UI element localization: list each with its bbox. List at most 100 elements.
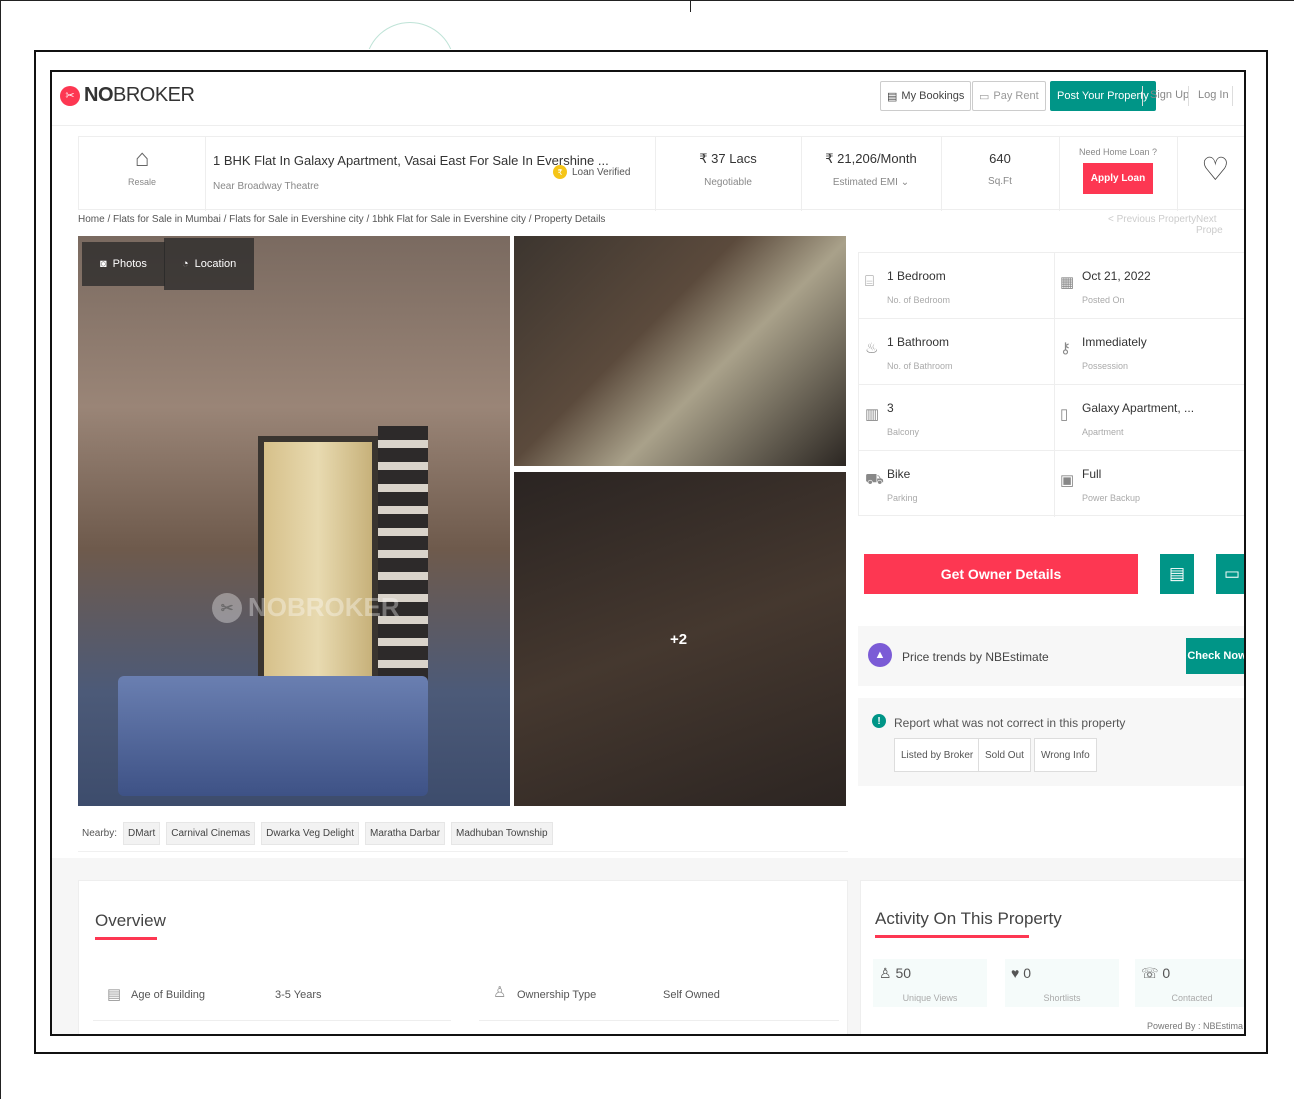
detail-label: Apartment (1082, 427, 1124, 437)
rupee-coin-icon: ₹ (553, 165, 567, 179)
report-sold-out-button[interactable]: Sold Out (978, 738, 1031, 772)
summary-divider (205, 137, 206, 211)
stat-shortlists: ♥ 0 Shortlists (1005, 959, 1119, 1007)
check-now-button[interactable]: Check Now (1186, 638, 1244, 674)
detail-value: 1 Bathroom (887, 335, 950, 349)
nearby-label: Nearby: (82, 828, 118, 839)
balcony-icon: ▥ (865, 406, 880, 423)
report-listed-by-broker-button[interactable]: Listed by Broker (894, 738, 981, 772)
detail-power-backup: ▣ Full Power Backup (1054, 451, 1244, 517)
price-trend-text: Price trends by NBEstimate (902, 650, 1049, 664)
resale-badge: ⌂ Resale (79, 145, 205, 187)
main-photo[interactable] (78, 236, 510, 806)
schedule-visit-button[interactable]: ▤ (1160, 554, 1194, 594)
stat-contacted: ☏ 0 Contacted (1135, 959, 1244, 1007)
price-trend-card: ▲ Price trends by NBEstimate Check Now (858, 626, 1244, 686)
chat-button[interactable]: ▭ (1216, 554, 1244, 594)
calendar-icon: ▤ (1168, 564, 1186, 583)
header-divider (1188, 86, 1189, 106)
pay-rent-button[interactable]: ▭ Pay Rent (972, 81, 1046, 111)
key-icon: ⚷ (1060, 340, 1071, 357)
overview-title: Overview (95, 911, 166, 930)
calendar-icon: ▤ (107, 986, 122, 1003)
post-property-button[interactable]: Post Your Property (1050, 81, 1156, 111)
car-icon: ⛟ (865, 471, 884, 488)
nearby-chip[interactable]: Carnival Cinemas (166, 822, 256, 845)
area-cell: 640 Sq.Ft (941, 151, 1059, 187)
nearby-chip[interactable]: Dwarka Veg Delight (261, 822, 359, 845)
detail-posted-on: ▦ Oct 21, 2022 Posted On (1054, 253, 1244, 319)
apply-loan-button[interactable]: Apply Loan (1082, 163, 1154, 194)
header-divider (1142, 86, 1143, 106)
get-owner-details-button[interactable]: Get Owner Details (864, 554, 1138, 594)
nearby-chip[interactable]: Madhuban Township (451, 822, 553, 845)
heart-icon: ♥ (1011, 965, 1020, 981)
browser-viewport: ✂ NOBROKER ▤ My Bookings ▭ Pay Rent Post… (50, 70, 1246, 1036)
compass-icon: ◔ (182, 258, 189, 270)
loan-verified-label: Loan Verified (572, 166, 631, 178)
bathtub-icon: ♨ (865, 340, 879, 357)
report-card: ! Report what was not correct in this pr… (858, 698, 1244, 786)
site-header: ✂ NOBROKER ▤ My Bookings ▭ Pay Rent Post… (52, 72, 1244, 126)
previous-property-link[interactable]: < Previous Property (1108, 214, 1196, 225)
my-bookings-button[interactable]: ▤ My Bookings (880, 81, 972, 111)
area-unit: Sq.Ft (988, 176, 1012, 187)
overview-row-ownership: ♙ Ownership Type Self Owned (479, 981, 839, 1021)
location-tab[interactable]: ◔ Location (164, 238, 255, 290)
detail-value: Galaxy Apartment, ... (1082, 401, 1195, 415)
detail-balcony: ▥ 3 Balcony (859, 385, 1054, 451)
emi-cell[interactable]: ₹ 21,206/Month Estimated EMI ⌄ (801, 151, 941, 188)
header-divider (1232, 86, 1233, 106)
price-cell: ₹ 37 Lacs Negotiable (655, 151, 801, 188)
nearby-chip[interactable]: Maratha Darbar (365, 822, 446, 845)
overview-section: Overview ▤ Age of Building 3-5 Years ♙ O… (78, 880, 848, 1034)
home-loan-cell: Need Home Loan ? Apply Loan (1059, 147, 1177, 194)
watermark-logo-icon: ✂ (212, 592, 242, 623)
stat-label: Unique Views (902, 993, 958, 1003)
stat-unique-views: ♙ 50 Unique Views (873, 959, 987, 1007)
detail-value: Immediately (1082, 335, 1147, 349)
property-subtitle: Near Broadway Theatre (213, 181, 319, 192)
detail-label: Balcony (887, 427, 920, 437)
calendar-icon: ▦ (1060, 274, 1075, 291)
nobroker-logo[interactable]: ✂ NOBROKER (60, 84, 195, 107)
secondary-photo-kitchen[interactable] (514, 236, 846, 466)
photo-bed-shape (118, 676, 428, 796)
property-title: 1 BHK Flat In Galaxy Apartment, Vasai Ea… (213, 153, 609, 168)
more-photos-count[interactable]: +2 (670, 631, 687, 648)
photos-tab[interactable]: ◙ Photos (82, 242, 165, 286)
logo-icon: ✂ (60, 85, 80, 106)
overview-label: Ownership Type (517, 989, 597, 1001)
detail-value: Bike (887, 467, 911, 481)
nearby-chip[interactable]: DMart (123, 822, 161, 845)
emi-value: ₹ 21,206/Month (825, 151, 917, 166)
detail-value: Full (1082, 467, 1102, 481)
watermark-text: NOBROKER (248, 592, 400, 622)
price-value: ₹ 37 Lacs (699, 151, 757, 166)
photo-window-shape (258, 436, 378, 686)
area-value: 640 (989, 151, 1011, 166)
log-in-link[interactable]: Log In (1198, 89, 1229, 101)
logo-text: NOBROKER (84, 84, 195, 106)
detail-label: Posted On (1082, 295, 1125, 305)
breadcrumb[interactable]: Home / Flats for Sale in Mumbai / Flats … (78, 214, 605, 225)
detail-apartment: ▯ Galaxy Apartment, ... Apartment (1054, 385, 1244, 451)
heart-icon[interactable]: ♡ (1201, 151, 1230, 187)
detail-label: Parking (887, 493, 918, 503)
person-icon: ♙ (493, 984, 507, 1001)
activity-underline (875, 935, 1029, 938)
pay-rent-label: Pay Rent (993, 90, 1039, 102)
next-property-link[interactable]: Next Prope (1196, 214, 1244, 236)
report-wrong-info-button[interactable]: Wrong Info (1034, 738, 1097, 772)
phone-icon: ☏ (1141, 965, 1159, 981)
sign-up-link[interactable]: Sign Up (1150, 89, 1189, 101)
frame-tick (690, 0, 691, 12)
overview-heading: Overview (95, 911, 166, 940)
detail-value: 3 (887, 401, 894, 415)
activity-title: Activity On This Property (875, 909, 1062, 928)
loan-prompt: Need Home Loan ? (1078, 147, 1158, 157)
overview-value: 3-5 Years (275, 989, 322, 1001)
stat-value: 50 (895, 965, 912, 981)
stat-label: Shortlists (1043, 993, 1081, 1003)
person-icon: ♙ (879, 965, 892, 981)
